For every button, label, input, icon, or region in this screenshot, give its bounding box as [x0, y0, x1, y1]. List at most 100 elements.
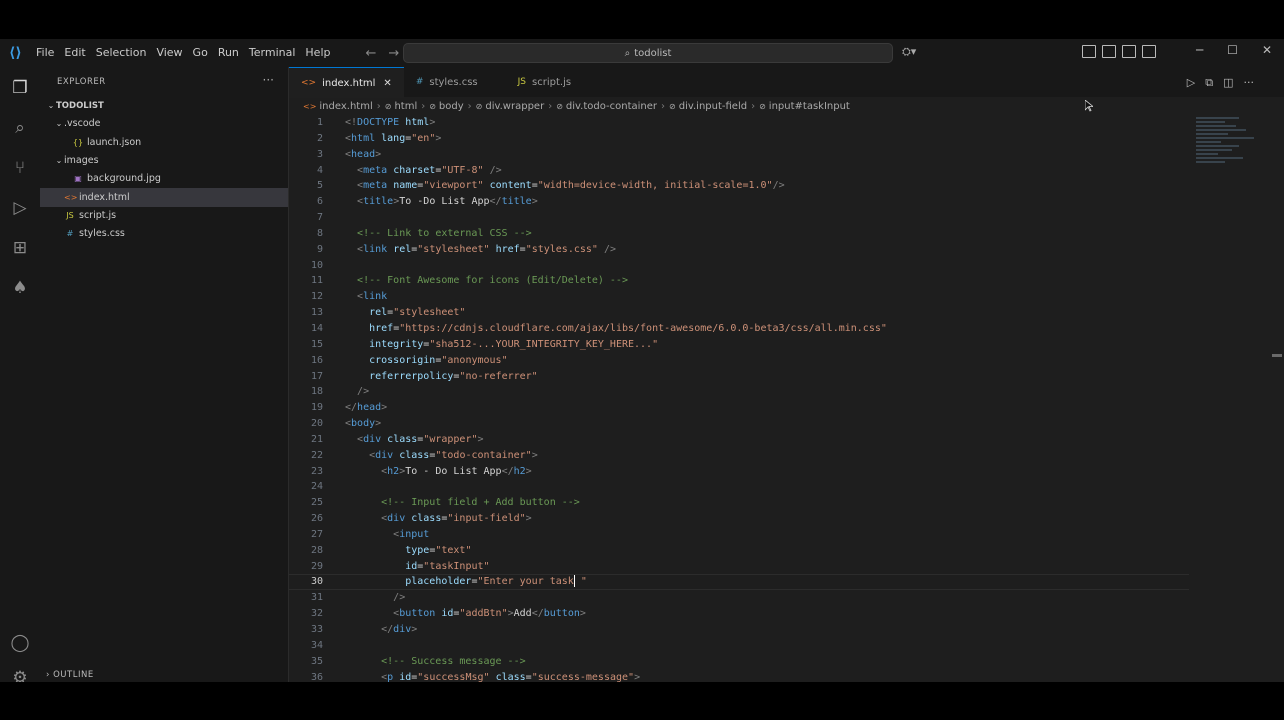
code-token: link: [363, 291, 388, 303]
breadcrumb-item[interactable]: div.input-field: [679, 101, 747, 112]
code-line: 22 <div class="todo-container">: [289, 448, 1189, 464]
line-content: <body>: [345, 416, 381, 432]
line-content: <!-- Success message -->: [345, 654, 526, 670]
account-icon[interactable]: ◯: [9, 632, 31, 654]
menu-item-terminal[interactable]: Terminal: [244, 39, 301, 67]
menu-item-edit[interactable]: Edit: [59, 39, 90, 67]
line-number: 29: [310, 560, 323, 572]
tree-item-styles-css[interactable]: # styles.css: [40, 225, 288, 243]
element-icon: ⊘: [384, 101, 392, 111]
run-debug-icon[interactable]: ▷: [9, 197, 31, 219]
code-token: />: [393, 592, 406, 604]
forward-arrow-icon[interactable]: →: [388, 46, 399, 61]
code-token: head: [357, 402, 382, 414]
js-file-icon: JS: [66, 210, 74, 220]
close-window-icon[interactable]: ✕: [1262, 43, 1272, 57]
toggle-sidebar-icon[interactable]: [1102, 45, 1116, 58]
toggle-secondary-sidebar-icon[interactable]: [1142, 45, 1156, 58]
open-changes-icon[interactable]: ⧉: [1205, 76, 1213, 90]
command-center-search[interactable]: ⌕ todolist: [403, 43, 893, 63]
tab-styles-css[interactable]: # styles.css: [404, 67, 506, 97]
code-token: content: [489, 180, 532, 192]
code-line: 18 />: [289, 384, 1189, 400]
breadcrumb-item[interactable]: div.wrapper: [485, 101, 544, 112]
code-token: referrerpolicy: [369, 370, 454, 382]
menu-item-run[interactable]: Run: [213, 39, 244, 67]
line-number: 14: [310, 322, 323, 334]
menu-item-view[interactable]: View: [151, 39, 187, 67]
tree-item-todolist[interactable]: ⌄ TODOLIST: [40, 97, 288, 115]
tree-item-vscode[interactable]: ⌄ .vscode: [40, 115, 288, 133]
maximize-icon[interactable]: ☐: [1227, 43, 1238, 57]
menu-item-help[interactable]: Help: [300, 39, 335, 67]
more-actions-icon[interactable]: ···: [1244, 76, 1255, 90]
code-line: 16 crossorigin="anonymous": [289, 353, 1189, 369]
tree-item-label: images: [64, 155, 99, 167]
mongodb-icon[interactable]: ♠: [9, 277, 31, 299]
line-content: <div class="wrapper">: [345, 432, 483, 448]
line-number: 1: [316, 117, 323, 128]
element-icon: ⊘: [669, 101, 676, 111]
chevron-down-icon: ⌄: [47, 101, 55, 111]
line-number: 13: [310, 307, 323, 319]
code-line: 13 rel="stylesheet": [289, 305, 1189, 321]
tree-item-script-js[interactable]: JS script.js: [40, 207, 288, 225]
breadcrumb-item[interactable]: div.todo-container: [566, 101, 657, 112]
close-tab-icon[interactable]: ✕: [383, 78, 391, 89]
file-tree: ⌄ TODOLIST ⌄ .vscode{} launch.json ⌄ images ▣ ba…: [40, 97, 288, 243]
line-content: <div class="input-field">: [345, 511, 532, 527]
code-editor[interactable]: 1 <!DOCTYPE html> 2 <html lang="en"> 3 <head>…: [289, 115, 1189, 682]
minimize-icon[interactable]: ─: [1196, 43, 1203, 57]
menu-item-selection[interactable]: Selection: [91, 39, 152, 67]
scrollbar[interactable]: [1272, 354, 1282, 357]
tab-index-html[interactable]: <> index.html ✕: [289, 67, 404, 98]
toggle-panel-icon[interactable]: [1122, 45, 1136, 58]
code-token: id: [441, 608, 454, 620]
customize-layout-icon[interactable]: [1082, 45, 1096, 58]
vscode-window: ⟨⟩ File Edit Selection View Go Run Terminal Hel…: [0, 39, 1284, 682]
code-token: body: [351, 418, 376, 430]
code-line: 11 <!-- Font Awesome for icons (Edit/Del…: [289, 273, 1189, 289]
tree-item-images[interactable]: ⌄ images: [40, 152, 288, 170]
search-icon[interactable]: ⌕: [9, 117, 31, 139]
code-token: />: [772, 180, 785, 192]
tab-label: index.html: [322, 77, 376, 89]
code-token: div: [387, 513, 412, 525]
line-content: <!DOCTYPE html>: [345, 115, 435, 131]
code-token: href: [369, 322, 394, 334]
code-token: />: [489, 164, 502, 176]
menu-item-go[interactable]: Go: [188, 39, 213, 67]
run-icon[interactable]: ▷: [1187, 76, 1195, 90]
explorer-title: EXPLORER: [57, 77, 106, 87]
tree-item-index-html[interactable]: <> index.html: [40, 188, 288, 207]
outline-section[interactable]: › OUTLINE: [46, 670, 94, 680]
breadcrumb-item[interactable]: index.html: [319, 101, 372, 112]
code-line: 15 integrity="sha512-...YOUR_INTEGRITY_K…: [289, 337, 1189, 353]
menu-item-file[interactable]: File: [31, 39, 59, 67]
menu-bar: File Edit Selection View Go Run Terminal Help: [31, 39, 335, 67]
explorer-more-icon[interactable]: ···: [263, 73, 274, 87]
back-arrow-icon[interactable]: ←: [365, 46, 376, 61]
tree-item-background-jpg[interactable]: ▣ background.jpg: [40, 170, 288, 188]
settings-gear-icon[interactable]: ⚙: [9, 667, 31, 682]
explorer-icon[interactable]: ❐: [9, 77, 31, 99]
line-content: />: [345, 590, 405, 606]
code-token: <!-- Font Awesome for icons (Edit/Delete…: [357, 275, 628, 287]
source-control-icon[interactable]: ⑂: [9, 157, 31, 179]
breadcrumb-item[interactable]: body: [439, 101, 464, 112]
code-line: 17 referrerpolicy="no-referrer": [289, 369, 1189, 385]
minimap[interactable]: [1196, 115, 1268, 225]
extensions-icon[interactable]: ⊞: [9, 237, 31, 259]
split-editor-icon[interactable]: ◫: [1223, 76, 1233, 90]
breadcrumb-item[interactable]: html: [394, 101, 417, 112]
breadcrumb-item[interactable]: input#taskInput: [769, 101, 850, 112]
line-number: 11: [310, 275, 323, 287]
copilot-icon[interactable]: ⛭▾: [902, 45, 916, 59]
code-line: 35 <!-- Success message -->: [289, 654, 1189, 670]
code-token: "viewport": [423, 180, 484, 192]
code-token: head: [351, 148, 376, 160]
tab-script-js[interactable]: JS script.js: [506, 67, 599, 97]
code-token: <!-- Link to external CSS -->: [357, 227, 532, 239]
tree-item-launch-json[interactable]: {} launch.json: [40, 134, 288, 152]
